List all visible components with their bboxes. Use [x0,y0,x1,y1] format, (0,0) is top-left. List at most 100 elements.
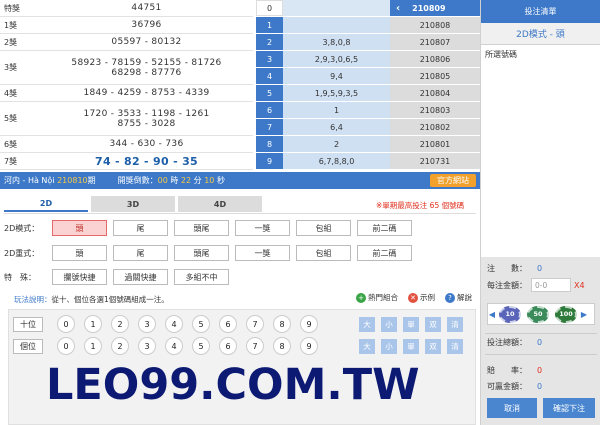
amount-input[interactable]: 0-0 [531,278,571,292]
hours-unit: 時 [170,176,179,185]
chevron-left-icon[interactable]: ‹ [396,3,400,14]
multi-head-button[interactable]: 頭 [52,245,107,261]
position-label: 十位 [13,316,43,332]
multi-miss-button[interactable]: 多組不中 [174,269,229,285]
confirm-bet-button[interactable]: 確認下注 [543,398,595,418]
example-link[interactable]: ✕ 示例 [408,292,435,303]
quick-odd-button[interactable]: 單 [403,338,419,354]
result-row: 6獎 344 - 630 - 736 [0,136,253,153]
tab-4d[interactable]: 4D [178,196,262,212]
chevron-right-icon[interactable]: ▶ [580,310,588,319]
quick-clear-button[interactable]: 清 [447,316,463,332]
mode-head-button[interactable]: 頭 [52,220,107,236]
prize-numbers: 1720 - 3533 - 1198 - 1261 8755 - 3028 [40,102,253,135]
result-row: 5獎 1720 - 3533 - 1198 - 1261 8755 - 3028 [0,102,253,136]
number-ball[interactable]: 7 [246,337,264,355]
countdown-minutes: 22 [180,176,192,185]
prize-label: 3獎 [4,63,18,72]
period-number: 210808 [419,20,451,30]
number-ball[interactable]: 0 [57,337,75,355]
chip-50[interactable]: 50 [527,305,549,323]
hot-combo-link[interactable]: + 熱門組合 [356,292,398,303]
number-ball[interactable]: 4 [165,337,183,355]
number-ball[interactable]: 8 [273,337,291,355]
number-ball[interactable]: 7 [246,315,264,333]
number-ball[interactable]: 2 [111,315,129,333]
count-label: 注 數： [487,264,527,273]
official-site-button[interactable]: 官方網站 [430,174,476,187]
number-ball[interactable]: 6 [219,315,237,333]
location: 河内 - Hà Nội [4,176,55,185]
prize-numbers: 44751 [40,0,253,16]
tab-2d[interactable]: 2D [4,196,88,212]
quick-even-button[interactable]: 双 [425,316,441,332]
number-ball[interactable]: 5 [192,337,210,355]
lotto-period: 210731 [390,153,480,169]
lotto-values: 2 [283,136,390,152]
example-label: 示例 [420,293,435,302]
hot-combo-label: 熱門組合 [368,293,398,302]
lotto-row: 7 6,4 210802 [256,119,480,136]
lotto-period[interactable]: ‹ 210809 [390,0,480,16]
multi-head-tail-button[interactable]: 頭尾 [174,245,229,261]
explain-link[interactable]: ? 解說 [445,292,472,303]
quick-even-button[interactable]: 双 [425,338,441,354]
mode-tail-button[interactable]: 尾 [113,220,168,236]
mode-head-tail-button[interactable]: 頭尾 [174,220,229,236]
lotto-index: 5 [256,85,283,101]
mode-first-prize-button[interactable]: 一獎 [235,220,290,236]
rules-label: 玩法說明： [14,295,52,304]
prize-label: 2獎 [4,37,18,47]
mode-row-label: 2D模式： [4,223,40,233]
number-ball[interactable]: 6 [219,337,237,355]
plus-icon: + [356,292,366,303]
odds-field: 賠 率： 0 [487,365,542,376]
quick-big-button[interactable]: 大 [359,338,375,354]
quick-small-button[interactable]: 小 [381,316,397,332]
chip-10[interactable]: 10 [499,305,521,323]
result-row: 3獎 58923 - 78159 - 52155 - 81726 68298 - 8… [0,51,253,85]
multi-combo-button[interactable]: 包組 [296,245,351,261]
multi-tail-button[interactable]: 尾 [113,245,168,261]
prize-numbers: 36796 [40,17,253,33]
multi-first-two-button[interactable]: 前二碼 [357,245,412,261]
number-ball[interactable]: 3 [138,337,156,355]
quick-odd-button[interactable]: 單 [403,316,419,332]
number-ball[interactable]: 4 [165,315,183,333]
digit-row-units: 個位 0 1 2 3 4 5 6 7 8 9 大小單双清 [13,337,463,355]
prize-number-line: 1849 - 4259 - 8753 - 4339 [83,88,210,98]
quick-small-button[interactable]: 小 [381,338,397,354]
number-ball[interactable]: 3 [138,315,156,333]
period-number: 210805 [419,71,451,81]
mode-combo-button[interactable]: 包組 [296,220,351,236]
tab-3d[interactable]: 3D [91,196,175,212]
quick-big-button[interactable]: 大 [359,316,375,332]
lotto-values [283,17,390,33]
number-ball[interactable]: 8 [273,315,291,333]
chip-100[interactable]: 100 [555,305,577,323]
quick-clear-button[interactable]: 清 [447,338,463,354]
multi-first-prize-button[interactable]: 一獎 [235,245,290,261]
lotto-index: 3 [256,51,283,67]
prize-number-line: 74 - 82 - 90 - 35 [94,154,198,168]
prize-label: 5獎 [4,114,18,123]
number-ball[interactable]: 1 [84,315,102,333]
period-number: 210801 [419,139,451,149]
betting-page: 特獎 44751 1獎 36796 2獎 05597 - 80132 3獎 58923 - 7… [0,0,600,425]
block-quick-button[interactable]: 攔號快捷 [52,269,107,285]
number-ball[interactable]: 9 [300,315,318,333]
help-icon: ? [445,292,455,303]
number-ball[interactable]: 9 [300,337,318,355]
lotto-row: 0 ‹ 210809 [256,0,480,17]
mode-first-two-button[interactable]: 前二碼 [357,220,412,236]
cancel-button[interactable]: 取消 [487,398,537,418]
chevron-left-icon[interactable]: ◀ [488,310,496,319]
number-ball[interactable]: 1 [84,337,102,355]
position-label: 個位 [13,338,43,354]
pass-quick-button[interactable]: 過關快捷 [113,269,168,285]
bet-slip-panel: 投注清單 2D模式 - 頭 所選號碼 注 數： 0 每注金額： 0-0 X4 ◀ … [480,0,600,425]
number-ball[interactable]: 5 [192,315,210,333]
lotto-index: 4 [256,68,283,84]
number-ball[interactable]: 0 [57,315,75,333]
number-ball[interactable]: 2 [111,337,129,355]
